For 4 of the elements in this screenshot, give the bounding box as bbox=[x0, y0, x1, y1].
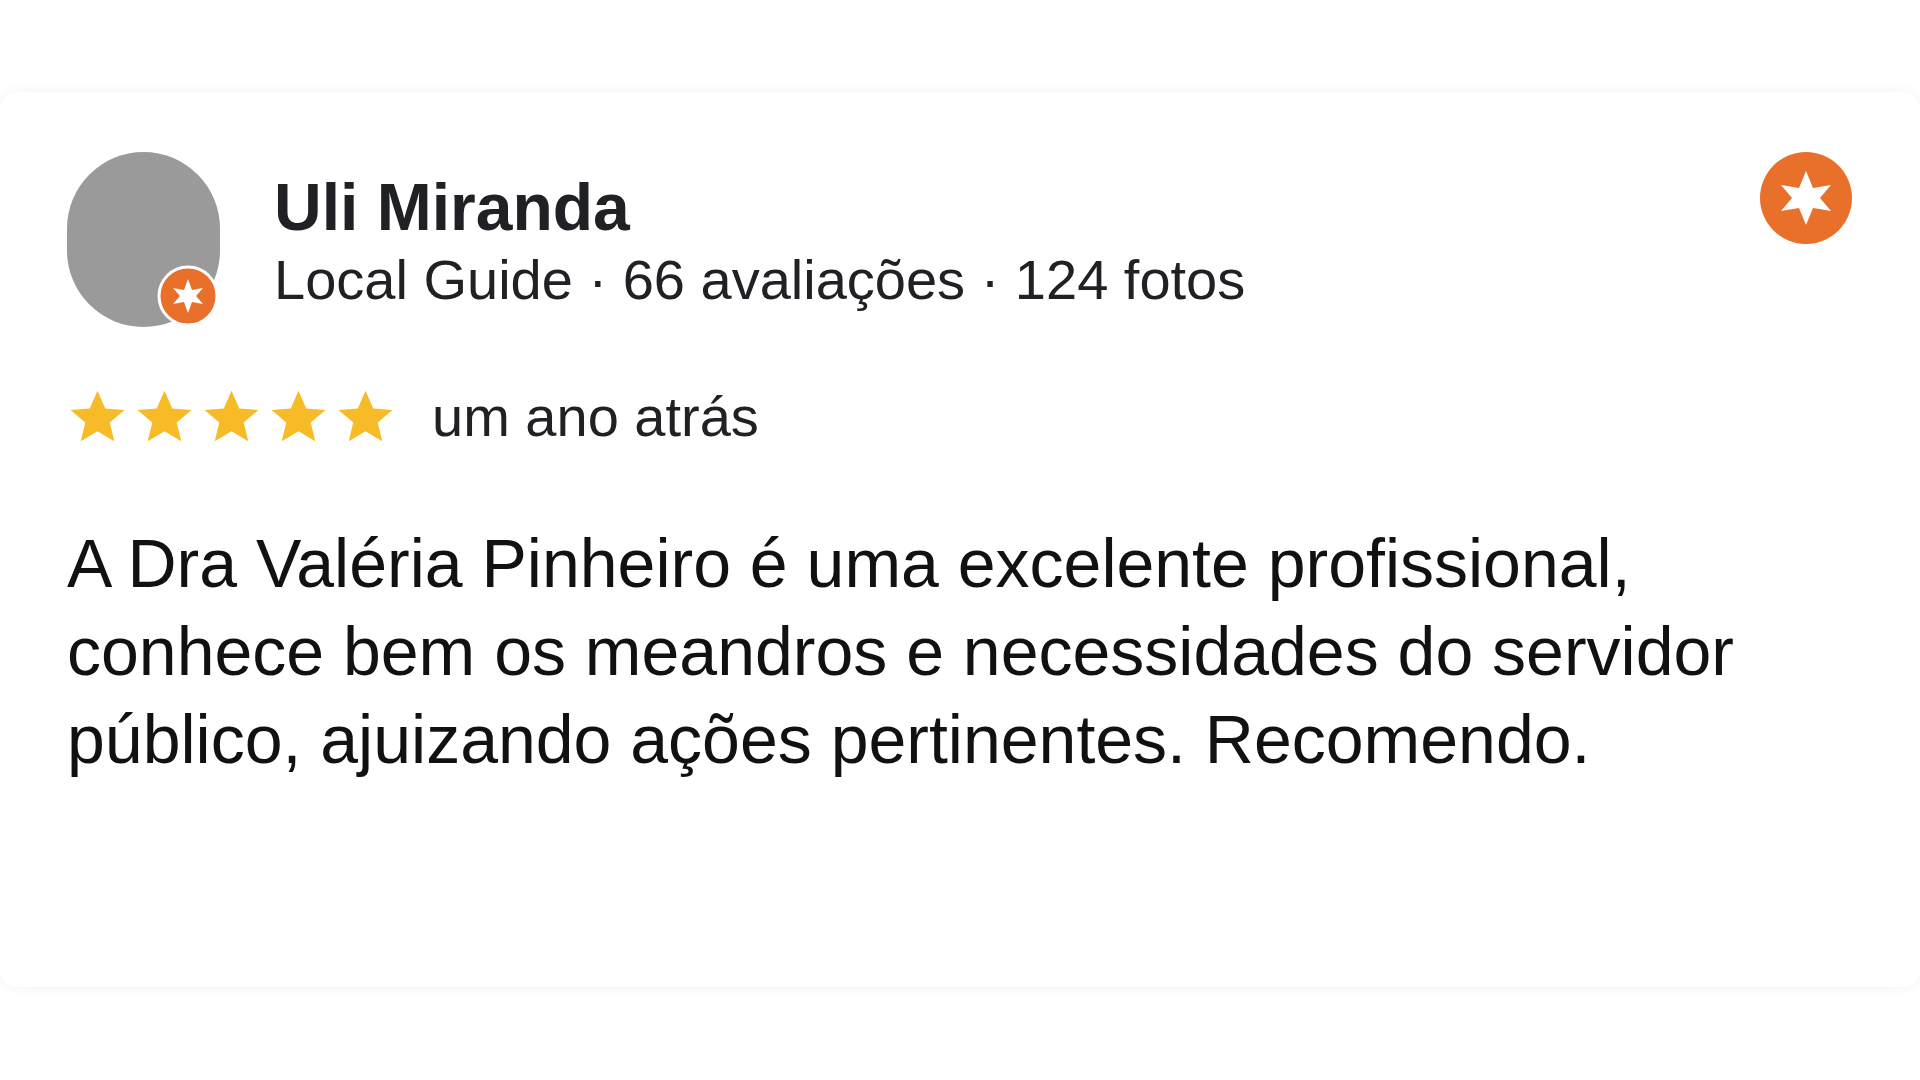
reviewer-name: Uli Miranda bbox=[274, 168, 631, 246]
reviewer-meta: Local Guide · 66 avaliações · 124 fotos bbox=[274, 246, 1246, 313]
review-time: um ano atrás bbox=[432, 384, 759, 450]
review-text: A Dra Valéria Pinheiro é uma excelente profissional, conhece bem os meandros e necessidades do servidor público, ajuizando ações pertinentes. Recomendo. bbox=[67, 524, 1735, 779]
